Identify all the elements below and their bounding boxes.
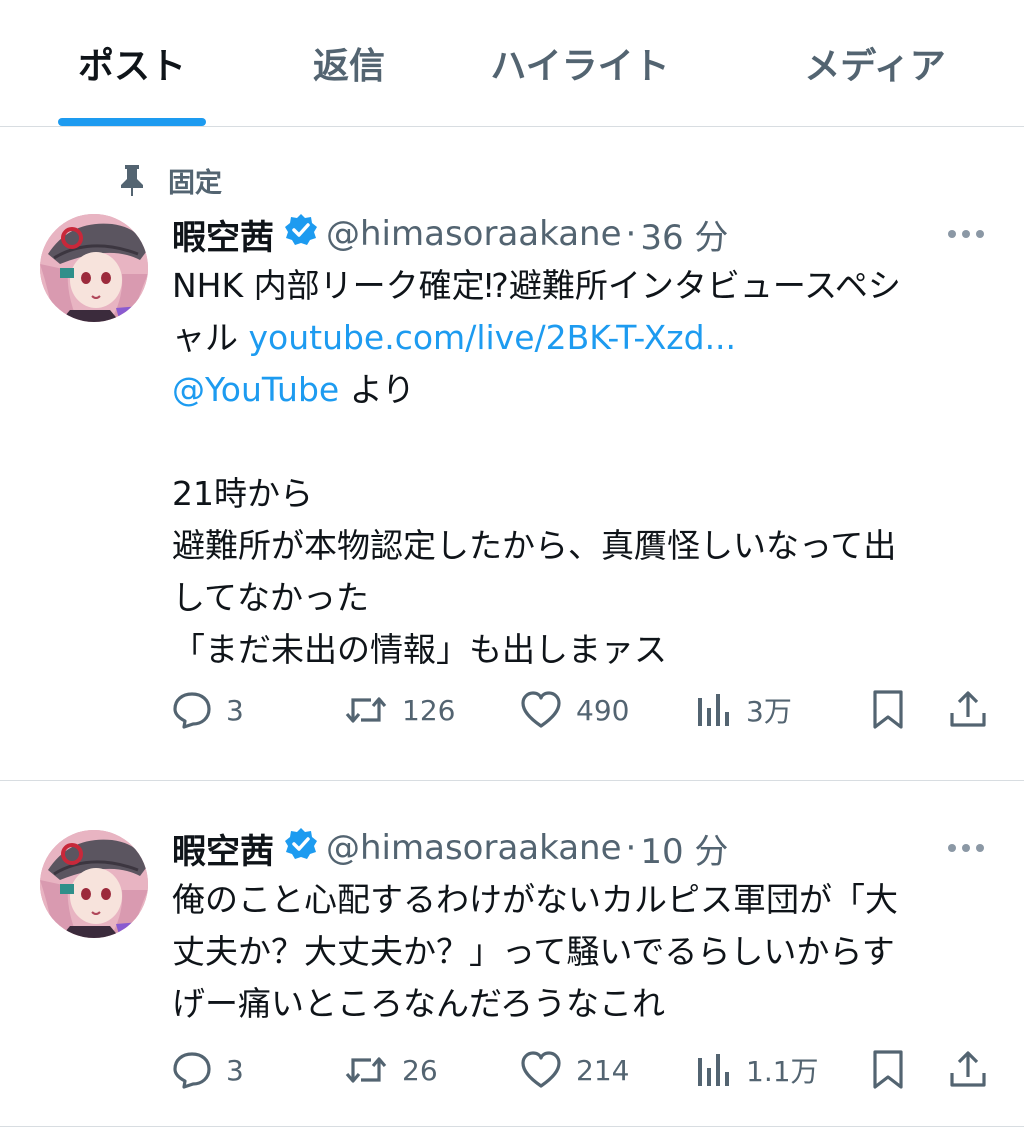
text-line: NHK 内部リーク確定⁉︎避難所インタビュースペシ bbox=[172, 266, 901, 305]
bookmark-icon bbox=[873, 690, 903, 729]
verified-badge-icon bbox=[284, 827, 318, 870]
profile-tabs: ポスト 返信 ハイライト メディア bbox=[0, 0, 1024, 127]
like-count: 214 bbox=[576, 1053, 630, 1087]
repost-button[interactable]: 26 bbox=[344, 1042, 438, 1098]
reply-bubble-icon bbox=[173, 692, 211, 729]
views-button[interactable]: 1.1万 bbox=[696, 1042, 819, 1098]
heart-icon bbox=[521, 1051, 561, 1088]
post-text: 俺のこと心配するわけがないカルピス軍団が「大 丈夫か？大丈夫か？」って騒いでるら… bbox=[172, 874, 1002, 1030]
text-line: してなかった bbox=[172, 578, 370, 617]
handle[interactable]: @himasoraakane bbox=[326, 828, 622, 868]
avatar-image bbox=[40, 830, 148, 938]
reply-count: 3 bbox=[226, 693, 244, 727]
share-upload-icon bbox=[950, 1051, 986, 1087]
post-header: 暇空茜 @himasoraakane · 10 分 bbox=[172, 822, 728, 874]
reply-bubble-icon bbox=[173, 1052, 211, 1089]
more-dots-icon[interactable] bbox=[948, 208, 984, 260]
post-link[interactable]: youtube.com/live/2BK-T-Xzd... bbox=[249, 318, 737, 357]
text-line: 避難所が本物認定したから、真贋怪しいなって出 bbox=[172, 526, 897, 565]
repost-count: 126 bbox=[402, 693, 456, 727]
display-name[interactable]: 暇空茜 bbox=[172, 824, 274, 873]
like-count: 490 bbox=[576, 693, 630, 727]
text-fragment: より bbox=[349, 370, 416, 409]
text-line: 丈夫か？大丈夫か？」って騒いでるらしいからす bbox=[172, 932, 895, 971]
reply-count: 3 bbox=[226, 1053, 244, 1087]
timestamp[interactable]: 10 分 bbox=[640, 824, 728, 873]
text-line: 「まだ未出の情報」も出しまァス bbox=[172, 630, 667, 669]
post-header: 暇空茜 @himasoraakane · 36 分 bbox=[172, 208, 728, 260]
post-text: NHK 内部リーク確定⁉︎避難所インタビュースペシ ャル youtube.com… bbox=[172, 260, 1002, 676]
share-upload-icon bbox=[950, 691, 986, 727]
verified-badge-icon bbox=[284, 213, 318, 256]
views-button[interactable]: 3万 bbox=[696, 682, 792, 738]
timestamp[interactable]: 36 分 bbox=[640, 210, 728, 259]
bookmark-button[interactable] bbox=[870, 682, 906, 738]
reply-button[interactable]: 3 bbox=[172, 682, 244, 738]
separator-dot: · bbox=[625, 828, 637, 868]
share-button[interactable] bbox=[948, 1042, 988, 1098]
post-actions: 3 126 490 3万 bbox=[0, 682, 1024, 738]
text-line: ャル youtube.com/live/2BK-T-Xzd... bbox=[172, 312, 1002, 364]
display-name[interactable]: 暇空茜 bbox=[172, 210, 274, 259]
bar-chart-icon bbox=[698, 694, 729, 726]
tab-replies[interactable]: 返信 bbox=[313, 42, 385, 92]
tab-media[interactable]: メディア bbox=[804, 42, 945, 92]
repost-arrows-icon bbox=[345, 697, 387, 723]
bookmark-button[interactable] bbox=[870, 1042, 906, 1098]
like-button[interactable]: 490 bbox=[520, 682, 629, 738]
repost-count: 26 bbox=[402, 1053, 438, 1087]
tab-highlights[interactable]: ハイライト bbox=[490, 42, 669, 92]
text-line: 21時から bbox=[172, 474, 313, 513]
like-button[interactable]: 214 bbox=[520, 1042, 629, 1098]
pinned-label: 固定 bbox=[168, 167, 222, 199]
reply-button[interactable]: 3 bbox=[172, 1042, 244, 1098]
more-dots-icon[interactable] bbox=[948, 822, 984, 874]
post-divider bbox=[0, 780, 1024, 781]
avatar-image bbox=[40, 214, 148, 322]
share-button[interactable] bbox=[948, 682, 988, 738]
bookmark-icon bbox=[873, 1050, 903, 1089]
separator-dot: · bbox=[625, 214, 637, 254]
mention-link[interactable]: @YouTube bbox=[172, 370, 339, 409]
text-fragment: ャル bbox=[172, 318, 238, 357]
handle[interactable]: @himasoraakane bbox=[326, 214, 622, 254]
active-tab-indicator bbox=[58, 118, 206, 126]
view-count: 3万 bbox=[746, 695, 792, 728]
post-divider bbox=[0, 1126, 1024, 1127]
repost-button[interactable]: 126 bbox=[344, 682, 455, 738]
text-line: @YouTube より bbox=[172, 364, 1002, 416]
heart-icon bbox=[521, 691, 561, 728]
bar-chart-icon bbox=[698, 1054, 729, 1086]
view-count: 1.1万 bbox=[746, 1055, 819, 1088]
text-line: 俺のこと心配するわけがないカルピス軍団が「大 bbox=[172, 880, 898, 919]
tab-posts[interactable]: ポスト bbox=[78, 42, 186, 92]
post-actions: 3 26 214 1.1万 bbox=[0, 1042, 1024, 1098]
avatar[interactable] bbox=[40, 214, 148, 322]
pin-icon bbox=[121, 165, 143, 196]
text-line: げー痛いところなんだろうなこれ bbox=[172, 984, 666, 1023]
repost-arrows-icon bbox=[345, 1057, 387, 1083]
avatar[interactable] bbox=[40, 830, 148, 938]
pinned-indicator: 固定 bbox=[118, 160, 222, 200]
